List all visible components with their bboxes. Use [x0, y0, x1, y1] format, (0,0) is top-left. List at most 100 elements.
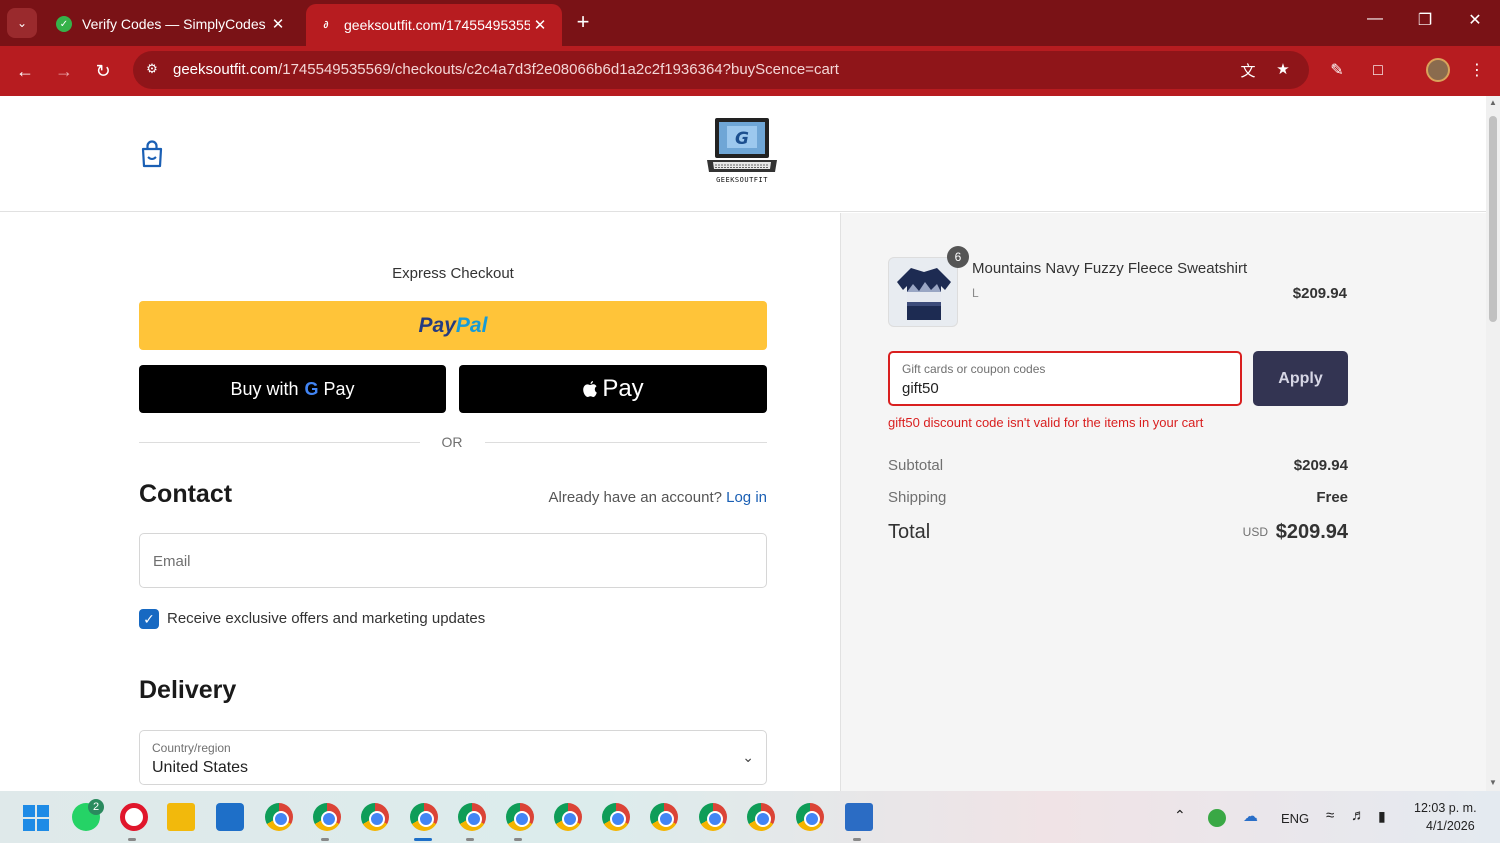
tab-search-button[interactable]: ⌄	[7, 8, 37, 38]
divider	[139, 442, 420, 443]
edit-icon[interactable]: ✎	[1325, 59, 1349, 83]
chrome-icon[interactable]	[458, 803, 486, 831]
chrome-icon[interactable]	[265, 803, 293, 831]
tab-simplycodes[interactable]: ✓ Verify Codes — SimplyCodes ✕	[44, 6, 300, 42]
coupon-label: Gift cards or coupon codes	[902, 362, 1046, 376]
battery-icon[interactable]: ▮	[1378, 808, 1386, 825]
marketing-checkbox-label[interactable]: Receive exclusive offers and marketing u…	[167, 610, 485, 627]
address-url[interactable]: geeksoutfit.com/1745549535569/checkouts/…	[173, 61, 839, 78]
chrome-icon[interactable]	[650, 803, 678, 831]
site-info-icon[interactable]: ⚙	[143, 61, 161, 79]
order-summary: 6 Mountains Navy Fuzzy Fleece Sweatshirt…	[840, 213, 1486, 791]
chrome-icon[interactable]	[602, 803, 630, 831]
address-bar[interactable]: ⚙ geeksoutfit.com/1745549535569/checkout…	[133, 51, 1309, 89]
chrome-icon[interactable]	[410, 803, 438, 831]
subtotal-row: Subtotal $209.94	[888, 457, 1348, 474]
language-indicator[interactable]: ENG	[1281, 811, 1309, 826]
google-g-icon: G	[304, 378, 319, 399]
country-select[interactable]: Country/region United States ⌄	[139, 730, 767, 785]
checkout-form: Express Checkout Pay Pal Buy with G Pay P…	[0, 213, 839, 791]
svg-text:G: G	[735, 129, 749, 149]
quantity-badge: 6	[947, 246, 969, 268]
total-row: Total USD $209.94	[888, 521, 1348, 543]
translate-icon[interactable]: 文	[1237, 60, 1259, 82]
divider	[485, 442, 767, 443]
wifi-icon[interactable]: ≈	[1326, 807, 1334, 824]
scroll-down-icon[interactable]: ▼	[1488, 778, 1498, 787]
email-field[interactable]: Email	[139, 533, 767, 588]
reload-icon[interactable]: ↻	[89, 57, 117, 85]
bookmark-star-icon[interactable]: ★	[1272, 60, 1294, 82]
subtotal-value: $209.94	[1293, 457, 1348, 474]
chrome-icon[interactable]	[747, 803, 775, 831]
close-tab-icon[interactable]: ✕	[268, 15, 288, 33]
express-checkout-title: Express Checkout	[392, 265, 514, 282]
chrome-icon[interactable]	[506, 803, 534, 831]
coupon-input[interactable]: Gift cards or coupon codes gift50	[888, 351, 1242, 406]
chrome-icon[interactable]	[554, 803, 582, 831]
close-window-icon[interactable]: ✕	[1460, 10, 1490, 30]
restore-icon[interactable]: ❐	[1410, 10, 1440, 30]
running-indicator	[128, 838, 136, 841]
apple-pay-button[interactable]: Pay	[459, 365, 767, 413]
tab-title: geeksoutfit.com/1745549535569/checkouts/…	[344, 17, 530, 33]
marketing-checkbox[interactable]: ✓	[139, 609, 159, 629]
apply-button[interactable]: Apply	[1253, 351, 1348, 406]
contact-heading: Contact	[139, 480, 233, 508]
tab-geeksoutfit[interactable]: ∂ geeksoutfit.com/1745549535569/checkout…	[306, 4, 562, 46]
store-logo[interactable]: G GEEKSOUTFIT	[705, 116, 779, 186]
windows-taskbar: 2 ⌃ ☁ ENG ≈ ♬ ▮ 12:03 p. m. 4/1/2026	[0, 791, 1500, 843]
chrome-icon[interactable]	[796, 803, 824, 831]
coupon-value: gift50	[902, 380, 939, 397]
store-header: G GEEKSOUTFIT	[0, 96, 1486, 212]
close-tab-icon[interactable]: ✕	[530, 16, 550, 34]
shipping-row: Shipping Free	[888, 489, 1348, 506]
clock-date[interactable]: 4/1/2026	[1426, 819, 1475, 833]
onedrive-icon[interactable]: ☁	[1243, 807, 1258, 825]
apple-logo-icon	[583, 381, 598, 397]
product-variant: L	[972, 286, 979, 300]
chrome-icon[interactable]	[361, 803, 389, 831]
file-explorer-icon[interactable]	[167, 803, 195, 831]
clock-time[interactable]: 12:03 p. m.	[1414, 801, 1477, 815]
total-value: $209.94	[1275, 521, 1348, 543]
google-pay-button[interactable]: Buy with G Pay	[139, 365, 446, 413]
profile-avatar[interactable]	[1426, 58, 1450, 82]
new-tab-button[interactable]: +	[570, 10, 596, 36]
coupon-error-message: gift50 discount code isn't valid for the…	[888, 415, 1204, 430]
notepad-icon[interactable]	[845, 803, 873, 831]
outlook-icon[interactable]	[216, 803, 244, 831]
back-arrow-icon[interactable]: ←	[11, 57, 39, 85]
more-menu-icon[interactable]: ⋮	[1465, 59, 1489, 83]
simplycodes-favicon-icon: ✓	[56, 16, 72, 32]
login-link[interactable]: Log in	[726, 489, 767, 506]
forward-arrow-icon[interactable]: →	[50, 57, 78, 85]
email-placeholder: Email	[153, 553, 191, 570]
volume-icon[interactable]: ♬	[1351, 807, 1366, 824]
extensions-icon[interactable]: □	[1366, 59, 1390, 83]
shopping-bag-icon[interactable]	[139, 140, 165, 168]
minimize-icon[interactable]: —	[1360, 10, 1390, 28]
laptop-logo-icon: G	[707, 118, 777, 172]
chrome-icon[interactable]	[313, 803, 341, 831]
or-separator: OR	[441, 434, 463, 450]
opera-icon[interactable]	[120, 803, 148, 831]
scroll-up-icon[interactable]: ▲	[1488, 98, 1498, 107]
scrollbar-thumb[interactable]	[1489, 116, 1497, 322]
chrome-icon[interactable]	[699, 803, 727, 831]
page-scrollbar[interactable]: ▲ ▼	[1486, 96, 1500, 791]
chevron-down-icon: ⌄	[16, 16, 28, 30]
sweatshirt-image	[897, 268, 951, 320]
windows-start-icon[interactable]	[23, 805, 49, 831]
running-indicator	[321, 838, 329, 841]
product-thumbnail	[888, 257, 958, 327]
account-prompt: Already have an account? Log in	[548, 489, 768, 506]
tray-app-icon[interactable]	[1208, 809, 1226, 827]
chevron-up-icon[interactable]: ⌃	[1174, 807, 1186, 824]
chevron-down-icon: ⌄	[742, 749, 754, 765]
country-label: Country/region	[152, 741, 231, 755]
shipping-value: Free	[1316, 489, 1348, 506]
delivery-heading: Delivery	[139, 676, 237, 704]
paypal-button[interactable]: Pay Pal	[139, 301, 767, 350]
active-indicator	[414, 838, 432, 841]
